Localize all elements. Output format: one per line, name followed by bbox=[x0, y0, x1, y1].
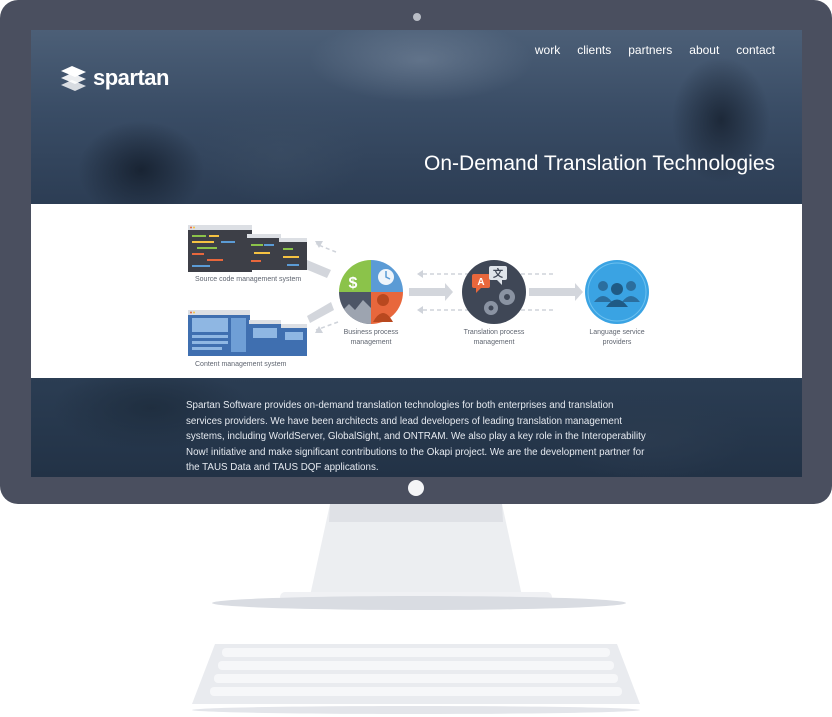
about-paragraph: Spartan Software provides on-demand tran… bbox=[186, 400, 646, 474]
label-lsp-line1: Language service bbox=[589, 329, 645, 336]
power-button bbox=[408, 480, 424, 496]
workflow-diagram: $ A 文 Source code management system Cont… bbox=[31, 204, 802, 378]
hero-section: spartan work clients partners about cont… bbox=[31, 30, 802, 204]
source-code-icon bbox=[188, 225, 307, 272]
label-translation-line2: management bbox=[473, 338, 515, 346]
workflow-graphic: $ A 文 bbox=[188, 225, 649, 356]
translation-process-icon: A 文 bbox=[462, 260, 526, 324]
nav-contact[interactable]: contact bbox=[736, 43, 775, 57]
main-nav: work clients partners about contact bbox=[535, 43, 775, 57]
content-management-icon bbox=[188, 310, 307, 356]
svg-text:文: 文 bbox=[493, 267, 504, 280]
svg-text:A: A bbox=[477, 277, 484, 288]
about-section: Spartan Software provides on-demand tran… bbox=[31, 378, 802, 477]
label-language-service: Language service providers bbox=[567, 328, 667, 347]
stand-shadow bbox=[212, 596, 626, 610]
language-service-providers-icon bbox=[585, 260, 649, 324]
svg-text:$: $ bbox=[349, 275, 358, 292]
label-translation-line1: Translation process bbox=[463, 329, 525, 336]
label-business-line1: Business process bbox=[343, 329, 399, 336]
label-content-management: Content management system bbox=[195, 361, 287, 368]
keyboard bbox=[192, 644, 640, 714]
nav-clients[interactable]: clients bbox=[577, 43, 611, 57]
logo[interactable]: spartan bbox=[58, 63, 169, 93]
nav-about[interactable]: about bbox=[689, 43, 719, 57]
label-lsp-line2: providers bbox=[602, 338, 632, 346]
monitor-bezel: spartan work clients partners about cont… bbox=[0, 0, 832, 504]
label-translation-process: Translation process management bbox=[444, 328, 544, 347]
hero-tagline: On-Demand Translation Technologies bbox=[424, 152, 775, 175]
label-business-process: Business process management bbox=[321, 328, 421, 347]
logo-text: spartan bbox=[93, 65, 169, 90]
label-business-line2: management bbox=[350, 338, 392, 346]
nav-partners[interactable]: partners bbox=[628, 43, 672, 57]
label-source-code: Source code management system bbox=[195, 276, 302, 283]
spartan-logo-icon bbox=[61, 66, 86, 91]
nav-work[interactable]: work bbox=[535, 43, 560, 57]
monitor-stand bbox=[280, 504, 552, 602]
monitor-screen: spartan work clients partners about cont… bbox=[31, 30, 802, 477]
business-process-icon: $ bbox=[339, 260, 403, 324]
camera-icon bbox=[413, 13, 421, 21]
